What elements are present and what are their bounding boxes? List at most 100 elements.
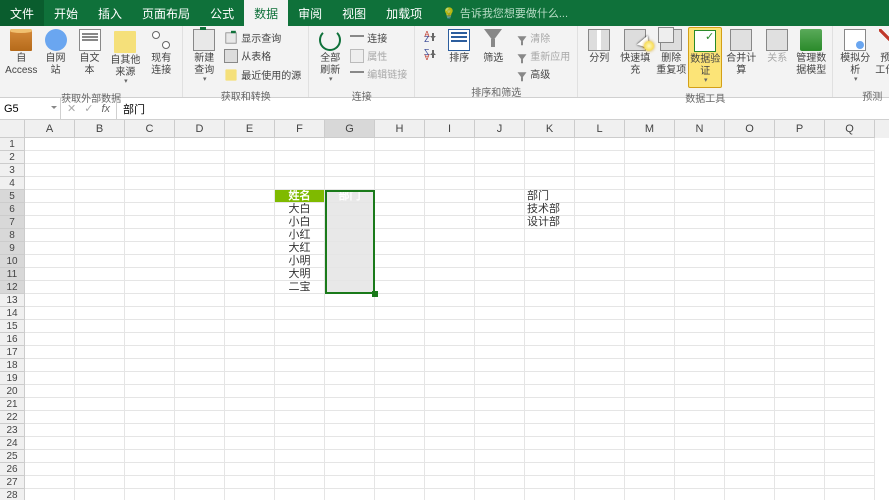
cell-G8[interactable]	[325, 229, 375, 242]
col-header-M[interactable]: M	[625, 120, 675, 138]
cell-Q4[interactable]	[825, 177, 875, 190]
cell-E5[interactable]	[225, 190, 275, 203]
row-header-2[interactable]: 2	[0, 151, 25, 164]
row-header-18[interactable]: 18	[0, 359, 25, 372]
cell-K8[interactable]	[525, 229, 575, 242]
cell-E23[interactable]	[225, 424, 275, 437]
cell-Q24[interactable]	[825, 437, 875, 450]
cell-G2[interactable]	[325, 151, 375, 164]
cell-B23[interactable]	[75, 424, 125, 437]
row-header-9[interactable]: 9	[0, 242, 25, 255]
cell-B2[interactable]	[75, 151, 125, 164]
cell-A14[interactable]	[25, 307, 75, 320]
cell-C24[interactable]	[125, 437, 175, 450]
cell-M14[interactable]	[625, 307, 675, 320]
row-header-21[interactable]: 21	[0, 398, 25, 411]
row-header-24[interactable]: 24	[0, 437, 25, 450]
cell-G28[interactable]	[325, 489, 375, 500]
cell-E27[interactable]	[225, 476, 275, 489]
cell-G24[interactable]	[325, 437, 375, 450]
cell-B25[interactable]	[75, 450, 125, 463]
cell-J19[interactable]	[475, 372, 525, 385]
col-header-P[interactable]: P	[775, 120, 825, 138]
cell-F7[interactable]: 小白	[275, 216, 325, 229]
cell-K2[interactable]	[525, 151, 575, 164]
cell-B1[interactable]	[75, 138, 125, 151]
from-access-button[interactable]: 自 Access	[4, 27, 39, 78]
cell-G13[interactable]	[325, 294, 375, 307]
row-header-26[interactable]: 26	[0, 463, 25, 476]
cell-I18[interactable]	[425, 359, 475, 372]
cell-D13[interactable]	[175, 294, 225, 307]
cell-M23[interactable]	[625, 424, 675, 437]
col-header-A[interactable]: A	[25, 120, 75, 138]
cell-N28[interactable]	[675, 489, 725, 500]
cell-E17[interactable]	[225, 346, 275, 359]
cell-O25[interactable]	[725, 450, 775, 463]
cell-K18[interactable]	[525, 359, 575, 372]
cell-E15[interactable]	[225, 320, 275, 333]
remove-duplicates-button[interactable]: 删除 重复项	[654, 27, 688, 78]
col-header-N[interactable]: N	[675, 120, 725, 138]
row-header-17[interactable]: 17	[0, 346, 25, 359]
cell-L26[interactable]	[575, 463, 625, 476]
cell-L24[interactable]	[575, 437, 625, 450]
cell-C20[interactable]	[125, 385, 175, 398]
cell-P9[interactable]	[775, 242, 825, 255]
cell-D1[interactable]	[175, 138, 225, 151]
cell-O16[interactable]	[725, 333, 775, 346]
cell-G9[interactable]	[325, 242, 375, 255]
cell-Q6[interactable]	[825, 203, 875, 216]
cell-E20[interactable]	[225, 385, 275, 398]
cell-M21[interactable]	[625, 398, 675, 411]
cell-C11[interactable]	[125, 268, 175, 281]
cell-H25[interactable]	[375, 450, 425, 463]
cell-I26[interactable]	[425, 463, 475, 476]
refresh-all-button[interactable]: 全部刷新▾	[313, 27, 347, 86]
sort-button[interactable]: 排序	[442, 27, 476, 67]
cell-A26[interactable]	[25, 463, 75, 476]
cell-H16[interactable]	[375, 333, 425, 346]
cell-I15[interactable]	[425, 320, 475, 333]
cell-H15[interactable]	[375, 320, 425, 333]
cell-G10[interactable]	[325, 255, 375, 268]
cell-G20[interactable]	[325, 385, 375, 398]
cell-I20[interactable]	[425, 385, 475, 398]
cell-M22[interactable]	[625, 411, 675, 424]
cell-H8[interactable]	[375, 229, 425, 242]
cell-J3[interactable]	[475, 164, 525, 177]
cell-I16[interactable]	[425, 333, 475, 346]
cell-L27[interactable]	[575, 476, 625, 489]
cell-B5[interactable]	[75, 190, 125, 203]
cell-B7[interactable]	[75, 216, 125, 229]
cell-G3[interactable]	[325, 164, 375, 177]
cell-N24[interactable]	[675, 437, 725, 450]
cell-J9[interactable]	[475, 242, 525, 255]
cell-H26[interactable]	[375, 463, 425, 476]
cell-P6[interactable]	[775, 203, 825, 216]
cell-L9[interactable]	[575, 242, 625, 255]
cell-O19[interactable]	[725, 372, 775, 385]
cell-P15[interactable]	[775, 320, 825, 333]
from-other-button[interactable]: 自其他来源▾	[107, 27, 145, 88]
cell-O10[interactable]	[725, 255, 775, 268]
cell-D5[interactable]	[175, 190, 225, 203]
from-text-button[interactable]: 自文本	[73, 27, 107, 78]
sort-asc-button[interactable]	[419, 29, 442, 45]
cell-C1[interactable]	[125, 138, 175, 151]
cell-F2[interactable]	[275, 151, 325, 164]
cell-O6[interactable]	[725, 203, 775, 216]
edit-links-button[interactable]: 编辑链接	[347, 65, 410, 82]
cell-G17[interactable]	[325, 346, 375, 359]
cell-Q13[interactable]	[825, 294, 875, 307]
cell-Q28[interactable]	[825, 489, 875, 500]
cell-M24[interactable]	[625, 437, 675, 450]
cell-E16[interactable]	[225, 333, 275, 346]
cell-B22[interactable]	[75, 411, 125, 424]
tab-data[interactable]: 数据	[244, 0, 288, 26]
row-header-6[interactable]: 6	[0, 203, 25, 216]
tab-home[interactable]: 开始	[44, 0, 88, 26]
cell-C27[interactable]	[125, 476, 175, 489]
cell-F4[interactable]	[275, 177, 325, 190]
cell-M2[interactable]	[625, 151, 675, 164]
